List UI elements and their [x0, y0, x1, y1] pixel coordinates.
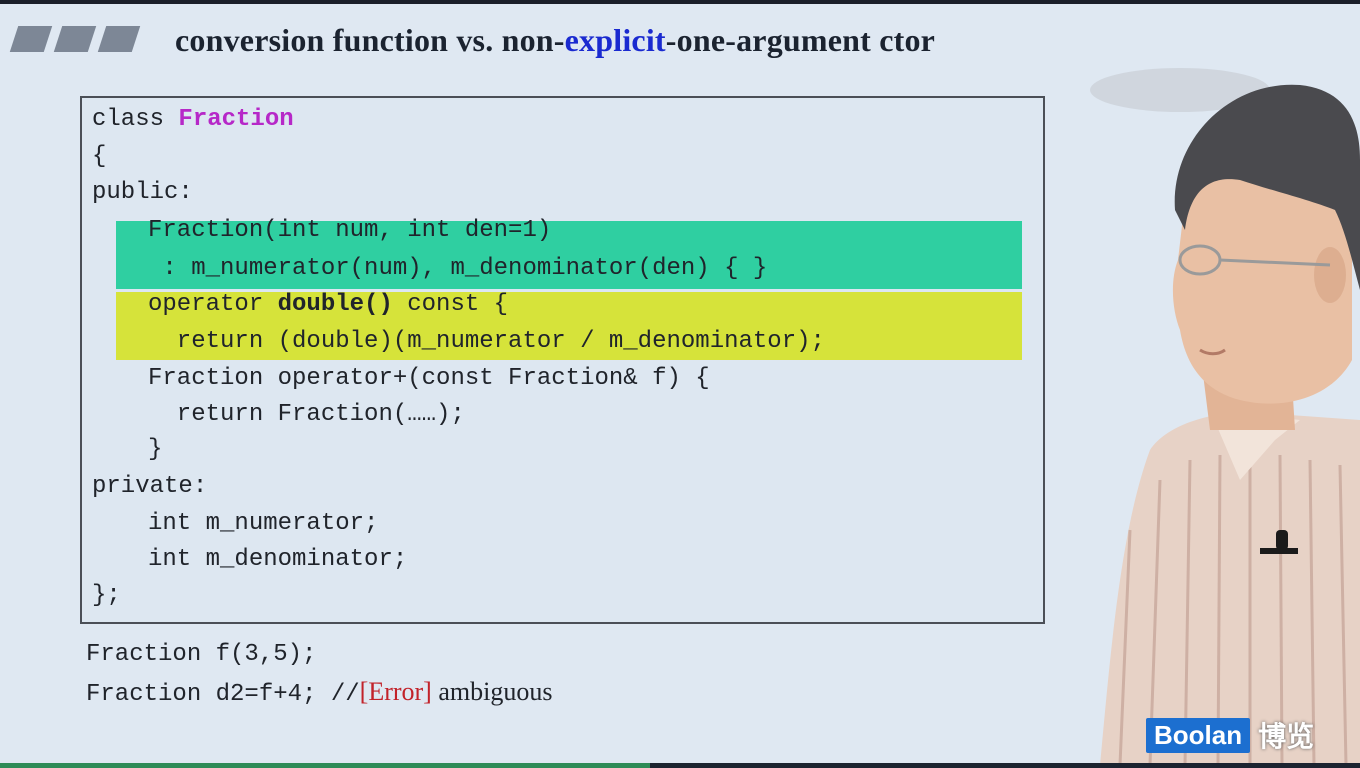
code-line-operator-plus: Fraction operator+(const Fraction& f) {: [148, 365, 710, 392]
decoration-stripe: [97, 26, 141, 52]
decoration-stripe: [53, 26, 97, 52]
code-line-public: public:: [92, 179, 193, 206]
video-progress-bar[interactable]: [0, 763, 1360, 768]
code-line-ctor-init: : m_numerator(num), m_denominator(den) {…: [148, 255, 768, 282]
slide-title: conversion function vs. non-explicit-one…: [175, 22, 935, 59]
code-line-return-double: return (double)(m_numerator / m_denomina…: [148, 328, 825, 355]
code-line-member: int m_denominator;: [148, 546, 408, 573]
code-line-return-fraction: return Fraction(……);: [148, 401, 465, 428]
usage-code: Fraction d2=f+4; //: [86, 681, 360, 708]
boolan-logo: Boolan 博览: [1146, 715, 1314, 755]
code-box: class Fraction { public: Fraction(int nu…: [80, 96, 1045, 624]
logo-chinese: 博览: [1258, 720, 1315, 753]
code-line: };: [92, 582, 121, 609]
decoration-stripe: [9, 26, 53, 52]
code-line-ctor: Fraction(int num, int den=1): [148, 217, 552, 244]
usage-line-1: Fraction f(3,5);: [86, 641, 317, 668]
title-part1: conversion function vs. non-: [175, 22, 565, 58]
code-line-class: class Fraction: [92, 105, 294, 135]
logo-brand: Boolan: [1146, 717, 1251, 753]
code-line: {: [92, 143, 107, 170]
code-bold-text: double(): [277, 291, 393, 318]
progress-remaining: [650, 763, 1360, 768]
code-keyword: class: [92, 106, 179, 133]
code-line-member: int m_numerator;: [148, 510, 379, 537]
code-line-private: private:: [92, 473, 208, 500]
code-line: }: [148, 436, 163, 463]
class-name: Fraction: [178, 106, 294, 133]
error-label: [Error]: [359, 677, 432, 706]
code-text: operator: [148, 291, 278, 318]
code-text: const {: [392, 291, 509, 318]
ambiguous-note: ambiguous: [431, 677, 553, 706]
title-part2: -one-argument ctor: [665, 22, 936, 58]
title-keyword: explicit: [564, 22, 666, 58]
presenter-image: [1090, 68, 1360, 765]
code-line-operator-double: operator double() const {: [148, 290, 508, 320]
title-decoration: [8, 26, 143, 52]
top-border: [0, 0, 1360, 4]
usage-line-2: Fraction d2=f+4; //[Error] ambiguous: [86, 677, 552, 710]
